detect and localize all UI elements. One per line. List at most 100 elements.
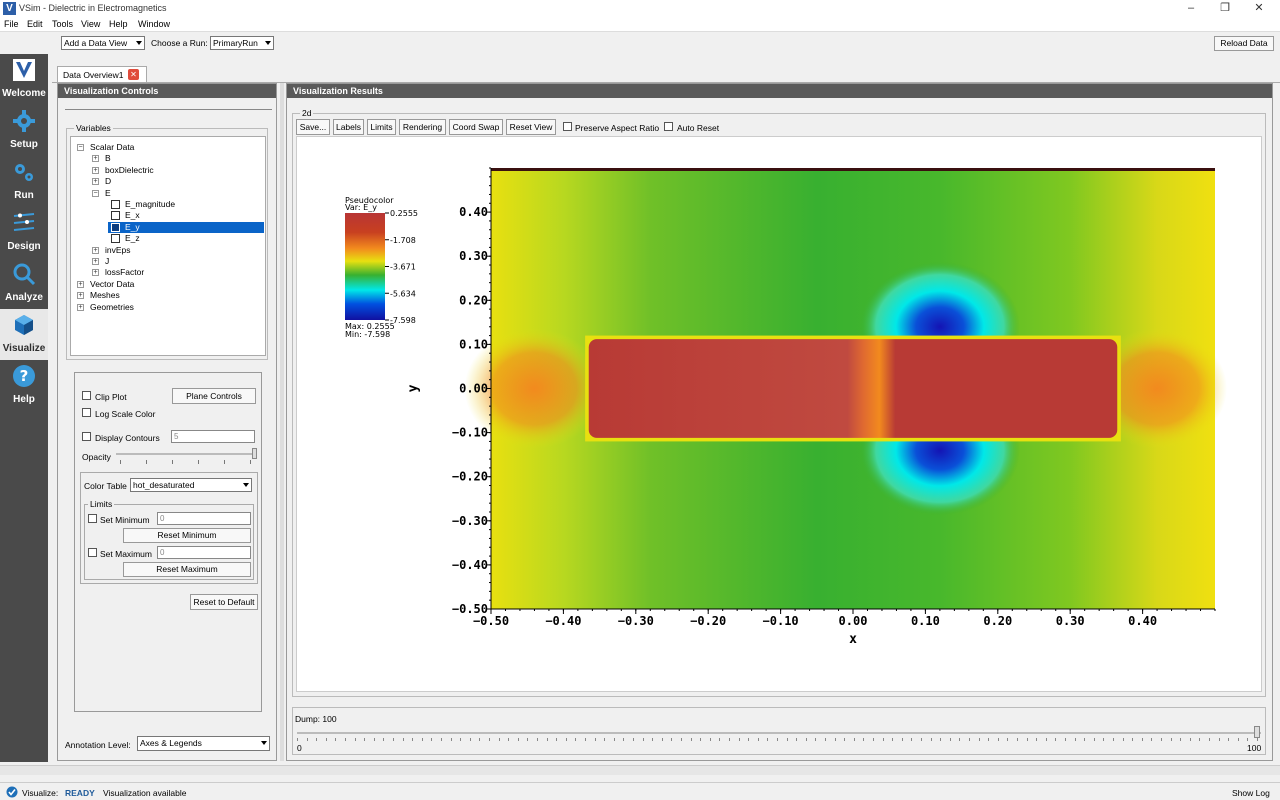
tree-checkbox[interactable] xyxy=(111,200,120,209)
sidebar-item-setup[interactable]: Setup xyxy=(0,105,48,156)
tree-item-label[interactable]: E_x xyxy=(125,210,140,221)
maximize-button[interactable]: ❐ xyxy=(1210,0,1240,17)
opacity-slider-handle[interactable] xyxy=(252,448,257,459)
plot-btn-reset-view[interactable]: Reset View xyxy=(506,119,556,135)
reset-to-default-button[interactable]: Reset to Default xyxy=(190,594,258,610)
bottom-strip xyxy=(0,765,1280,775)
slider-tick xyxy=(1055,738,1057,741)
controls-header: Visualization Controls xyxy=(58,84,276,98)
reset-minimum-button[interactable]: Reset Minimum xyxy=(123,528,251,543)
sidebar-item-design[interactable]: Design xyxy=(0,207,48,258)
tree-expander-icon[interactable]: + xyxy=(92,258,99,265)
tree-checkbox[interactable] xyxy=(111,211,120,221)
variables-tree[interactable]: − Scalar Data + B + boxDielectric + D − E E_magnit… xyxy=(70,136,266,356)
plot-btn-labels[interactable]: Labels xyxy=(333,119,364,135)
tree-item-label[interactable]: D xyxy=(105,176,111,187)
opacity-slider[interactable] xyxy=(116,453,256,455)
preserve-aspect-checkbox[interactable] xyxy=(563,122,572,131)
panel-splitter[interactable] xyxy=(280,83,284,761)
menu-tools[interactable]: Tools xyxy=(52,19,73,29)
heatmap-plot[interactable]: −0.50 −0.40 −0.30 −0.20 −0.10 0.00 0.10 0.20 0.3… xyxy=(297,137,1263,693)
annotation-level-combo[interactable]: Axes & Legends xyxy=(137,736,270,751)
slider-tick xyxy=(652,738,654,741)
reload-data-button[interactable]: Reload Data xyxy=(1214,36,1274,51)
slider-tick xyxy=(345,738,346,741)
menu-edit[interactable]: Edit xyxy=(27,19,43,29)
x-tick-label: 0.10 xyxy=(911,614,940,628)
reset-maximum-button[interactable]: Reset Maximum xyxy=(123,562,251,577)
sidebar-item-run[interactable]: Run xyxy=(0,156,48,207)
tree-checkbox[interactable] xyxy=(111,234,120,244)
plane-controls-button[interactable]: Plane Controls xyxy=(172,388,256,404)
tree-item-label[interactable]: B xyxy=(105,153,111,164)
plot-btn-coord-swap[interactable]: Coord Swap xyxy=(449,119,503,135)
tree-item-label[interactable]: Geometries xyxy=(90,302,134,313)
tab-data-overview[interactable]: Data Overview1 ✕ xyxy=(57,66,147,82)
add-data-view-combo[interactable]: Add a Data View xyxy=(61,36,145,50)
tree-expander-icon[interactable]: + xyxy=(92,178,99,186)
contours-spinbox[interactable]: 5 xyxy=(171,430,255,443)
menu-help[interactable]: Help xyxy=(109,19,128,29)
sidebar-item-help[interactable]: ? Help xyxy=(0,360,48,411)
log-scale-checkbox[interactable] xyxy=(82,408,91,417)
tree-item-label[interactable]: E xyxy=(105,188,111,199)
close-window-button[interactable]: ✕ xyxy=(1244,0,1274,17)
slider-tick xyxy=(700,738,702,741)
tree-item-label[interactable]: Vector Data xyxy=(90,279,134,290)
dump-slider[interactable] xyxy=(297,732,1261,734)
minimize-button[interactable]: – xyxy=(1176,0,1206,17)
show-log-button[interactable]: Show Log xyxy=(1232,788,1270,798)
sidebar-item-welcome[interactable]: Welcome xyxy=(0,54,48,105)
set-maximum-checkbox[interactable] xyxy=(88,548,97,557)
sidebar-item-analyze[interactable]: Analyze xyxy=(0,258,48,309)
close-tab-icon[interactable]: ✕ xyxy=(128,69,139,80)
tree-item-label[interactable]: invEps xyxy=(105,245,131,256)
tree-item-label[interactable]: Meshes xyxy=(90,290,120,301)
tree-item-label[interactable]: E_y xyxy=(125,222,140,233)
tree-expander-icon[interactable]: + xyxy=(92,166,99,174)
plot-btn-limits[interactable]: Limits xyxy=(367,119,396,135)
slider-tick xyxy=(306,738,308,741)
minimum-field[interactable]: 0 xyxy=(157,512,251,525)
menu-file[interactable]: File xyxy=(4,19,19,29)
slider-tick xyxy=(364,738,366,741)
tree-expander-icon[interactable]: − xyxy=(77,144,84,151)
display-contours-checkbox[interactable] xyxy=(82,432,91,441)
menu-window[interactable]: Window xyxy=(138,19,170,29)
auto-reset-checkbox[interactable] xyxy=(664,122,673,131)
slider-tick xyxy=(250,460,251,464)
menu-view[interactable]: View xyxy=(81,19,100,29)
tree-expander-icon[interactable]: + xyxy=(92,155,99,163)
slider-tick xyxy=(120,460,121,464)
plot-btn-save[interactable]: Save... xyxy=(296,119,330,135)
maximum-field[interactable]: 0 xyxy=(157,546,251,559)
tree-expander-icon[interactable]: + xyxy=(77,292,84,300)
sidebar-item-visualize[interactable]: Visualize xyxy=(0,309,48,360)
set-minimum-checkbox[interactable] xyxy=(88,514,97,523)
slider-tick xyxy=(224,460,225,464)
set-minimum-label: Set Minimum xyxy=(100,515,150,525)
slider-tick xyxy=(1093,738,1095,741)
color-table-combo[interactable]: hot_desaturated xyxy=(130,478,252,492)
tree-expander-icon[interactable]: − xyxy=(92,189,99,197)
tree-expander-icon[interactable]: + xyxy=(77,280,84,288)
plot-frame[interactable]: −0.50 −0.40 −0.30 −0.20 −0.10 0.00 0.10 0.20 0.3… xyxy=(296,136,1262,692)
plot-btn-rendering[interactable]: Rendering xyxy=(399,119,446,135)
dump-slider-handle[interactable] xyxy=(1254,726,1260,738)
tree-item-label[interactable]: lossFactor xyxy=(105,267,144,278)
tree-checkbox[interactable] xyxy=(111,222,120,232)
slider-tick xyxy=(1132,738,1134,741)
slider-tick xyxy=(690,738,692,741)
tree-item-label[interactable]: Scalar Data xyxy=(90,142,134,153)
clip-plot-checkbox[interactable] xyxy=(82,391,91,400)
run-combo[interactable]: PrimaryRun xyxy=(210,36,274,50)
tree-item-label[interactable]: boxDielectric xyxy=(105,165,154,176)
tree-expander-icon[interactable]: + xyxy=(92,246,99,254)
tree-item-label[interactable]: E_magnitude xyxy=(125,199,175,210)
tree-item-label[interactable]: E_z xyxy=(125,233,140,244)
y-tick-label: −0.20 xyxy=(452,470,488,484)
tree-expander-icon[interactable]: + xyxy=(77,303,84,311)
tree-item-label[interactable]: J xyxy=(105,256,109,267)
run-value: PrimaryRun xyxy=(213,38,258,48)
tree-expander-icon[interactable]: + xyxy=(92,269,99,277)
